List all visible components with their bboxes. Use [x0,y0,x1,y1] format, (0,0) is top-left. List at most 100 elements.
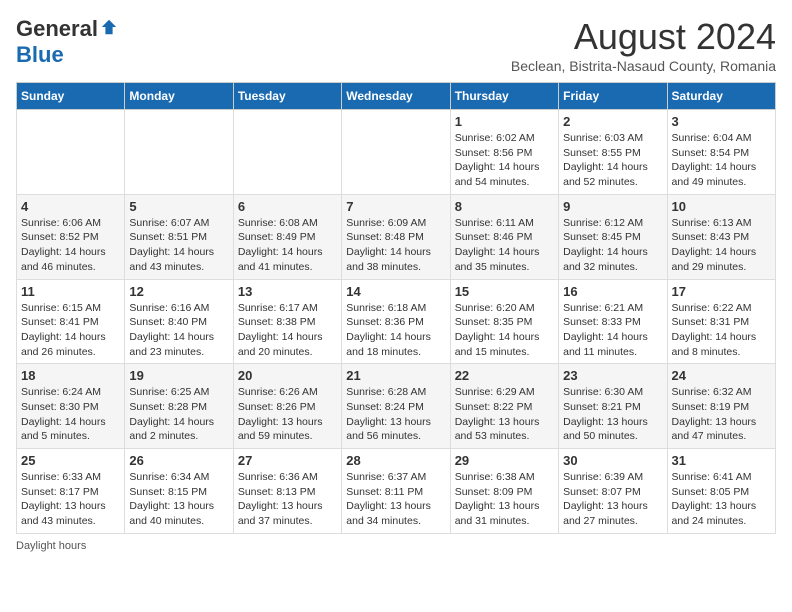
subtitle: Beclean, Bistrita-Nasaud County, Romania [511,58,776,74]
day-info: Sunrise: 6:08 AM Sunset: 8:49 PM Dayligh… [238,216,337,275]
calendar-day-cell: 30 Sunrise: 6:39 AM Sunset: 8:07 PM Dayli… [559,449,667,534]
calendar-day-cell: 17 Sunrise: 6:22 AM Sunset: 8:31 PM Dayli… [667,279,775,364]
calendar-day-cell: 7Sunrise: 6:09 AM Sunset: 8:48 PM Daylig… [342,194,450,279]
day-number: 27 [238,453,337,468]
calendar-day-cell: 10 Sunrise: 6:13 AM Sunset: 8:43 PM Dayli… [667,194,775,279]
calendar-day-cell: 11Sunrise: 6:15 AM Sunset: 8:41 PM Dayli… [17,279,125,364]
day-info: Sunrise: 6:41 AM Sunset: 8:05 PM Dayligh… [672,470,771,529]
calendar-day-cell: 6 Sunrise: 6:08 AM Sunset: 8:49 PM Daylig… [233,194,341,279]
day-info: Sunrise: 6:39 AM Sunset: 8:07 PM Dayligh… [563,470,662,529]
title-area: August 2024 Beclean, Bistrita-Nasaud Cou… [511,16,776,74]
footer-note: Daylight hours [16,540,776,552]
calendar-day-cell [342,110,450,195]
day-info: Sunrise: 6:28 AM Sunset: 8:24 PM Dayligh… [346,385,445,444]
day-info: Sunrise: 6:33 AM Sunset: 8:17 PM Dayligh… [21,470,120,529]
day-info: Sunrise: 6:32 AM Sunset: 8:19 PM Dayligh… [672,385,771,444]
day-number: 3 [672,114,771,129]
day-info: Sunrise: 6:02 AM Sunset: 8:56 PM Dayligh… [455,131,554,190]
day-number: 13 [238,284,337,299]
day-of-week-header: Wednesday [342,83,450,110]
day-info: Sunrise: 6:30 AM Sunset: 8:21 PM Dayligh… [563,385,662,444]
day-number: 21 [346,368,445,383]
calendar-day-cell: 20 Sunrise: 6:26 AM Sunset: 8:26 PM Dayli… [233,364,341,449]
calendar-day-cell [233,110,341,195]
calendar-day-cell: 24 Sunrise: 6:32 AM Sunset: 8:19 PM Dayli… [667,364,775,449]
day-info: Sunrise: 6:36 AM Sunset: 8:13 PM Dayligh… [238,470,337,529]
calendar-day-cell: 22 Sunrise: 6:29 AM Sunset: 8:22 PM Dayli… [450,364,558,449]
calendar-day-cell: 31Sunrise: 6:41 AM Sunset: 8:05 PM Dayli… [667,449,775,534]
calendar-day-cell [125,110,233,195]
day-number: 26 [129,453,228,468]
calendar-day-cell: 9 Sunrise: 6:12 AM Sunset: 8:45 PM Daylig… [559,194,667,279]
calendar-week-row: 25Sunrise: 6:33 AM Sunset: 8:17 PM Dayli… [17,449,776,534]
day-number: 5 [129,199,228,214]
calendar-day-cell: 1 Sunrise: 6:02 AM Sunset: 8:56 PM Daylig… [450,110,558,195]
calendar-day-cell [17,110,125,195]
month-year: August 2024 [511,16,776,58]
calendar-day-cell: 21 Sunrise: 6:28 AM Sunset: 8:24 PM Dayli… [342,364,450,449]
logo: General Blue [16,16,118,68]
day-info: Sunrise: 6:17 AM Sunset: 8:38 PM Dayligh… [238,301,337,360]
day-number: 12 [129,284,228,299]
day-number: 24 [672,368,771,383]
calendar-day-cell: 29Sunrise: 6:38 AM Sunset: 8:09 PM Dayli… [450,449,558,534]
day-number: 17 [672,284,771,299]
day-of-week-header: Friday [559,83,667,110]
day-info: Sunrise: 6:13 AM Sunset: 8:43 PM Dayligh… [672,216,771,275]
calendar: SundayMondayTuesdayWednesdayThursdayFrid… [16,82,776,534]
calendar-day-cell: 25Sunrise: 6:33 AM Sunset: 8:17 PM Dayli… [17,449,125,534]
calendar-day-cell: 18 Sunrise: 6:24 AM Sunset: 8:30 PM Dayli… [17,364,125,449]
day-number: 19 [129,368,228,383]
calendar-day-cell: 28Sunrise: 6:37 AM Sunset: 8:11 PM Dayli… [342,449,450,534]
calendar-day-cell: 4 Sunrise: 6:06 AM Sunset: 8:52 PM Daylig… [17,194,125,279]
calendar-day-cell: 23 Sunrise: 6:30 AM Sunset: 8:21 PM Dayli… [559,364,667,449]
calendar-week-row: 1 Sunrise: 6:02 AM Sunset: 8:56 PM Daylig… [17,110,776,195]
calendar-day-cell: 16 Sunrise: 6:21 AM Sunset: 8:33 PM Dayli… [559,279,667,364]
day-number: 23 [563,368,662,383]
calendar-day-cell: 8Sunrise: 6:11 AM Sunset: 8:46 PM Daylig… [450,194,558,279]
day-number: 20 [238,368,337,383]
day-info: Sunrise: 6:09 AM Sunset: 8:48 PM Dayligh… [346,216,445,275]
logo-blue-text: Blue [16,42,64,68]
day-of-week-header: Monday [125,83,233,110]
day-number: 2 [563,114,662,129]
day-number: 29 [455,453,554,468]
day-number: 6 [238,199,337,214]
calendar-day-cell: 2 Sunrise: 6:03 AM Sunset: 8:55 PM Daylig… [559,110,667,195]
header: General Blue August 2024 Beclean, Bistri… [16,16,776,74]
day-of-week-header: Thursday [450,83,558,110]
day-info: Sunrise: 6:04 AM Sunset: 8:54 PM Dayligh… [672,131,771,190]
day-number: 22 [455,368,554,383]
day-number: 1 [455,114,554,129]
day-info: Sunrise: 6:21 AM Sunset: 8:33 PM Dayligh… [563,301,662,360]
day-number: 10 [672,199,771,214]
calendar-day-cell: 13 Sunrise: 6:17 AM Sunset: 8:38 PM Dayli… [233,279,341,364]
day-header-row: SundayMondayTuesdayWednesdayThursdayFrid… [17,83,776,110]
day-number: 16 [563,284,662,299]
day-info: Sunrise: 6:20 AM Sunset: 8:35 PM Dayligh… [455,301,554,360]
day-info: Sunrise: 6:26 AM Sunset: 8:26 PM Dayligh… [238,385,337,444]
calendar-day-cell: 19 Sunrise: 6:25 AM Sunset: 8:28 PM Dayli… [125,364,233,449]
day-info: Sunrise: 6:22 AM Sunset: 8:31 PM Dayligh… [672,301,771,360]
day-number: 8 [455,199,554,214]
day-number: 11 [21,284,120,299]
day-info: Sunrise: 6:24 AM Sunset: 8:30 PM Dayligh… [21,385,120,444]
logo-icon [100,18,118,36]
day-number: 14 [346,284,445,299]
day-info: Sunrise: 6:06 AM Sunset: 8:52 PM Dayligh… [21,216,120,275]
day-info: Sunrise: 6:12 AM Sunset: 8:45 PM Dayligh… [563,216,662,275]
day-info: Sunrise: 6:25 AM Sunset: 8:28 PM Dayligh… [129,385,228,444]
day-number: 30 [563,453,662,468]
calendar-day-cell: 26Sunrise: 6:34 AM Sunset: 8:15 PM Dayli… [125,449,233,534]
day-number: 15 [455,284,554,299]
day-number: 18 [21,368,120,383]
day-info: Sunrise: 6:03 AM Sunset: 8:55 PM Dayligh… [563,131,662,190]
day-number: 4 [21,199,120,214]
calendar-week-row: 4 Sunrise: 6:06 AM Sunset: 8:52 PM Daylig… [17,194,776,279]
day-info: Sunrise: 6:29 AM Sunset: 8:22 PM Dayligh… [455,385,554,444]
day-number: 9 [563,199,662,214]
day-info: Sunrise: 6:07 AM Sunset: 8:51 PM Dayligh… [129,216,228,275]
day-of-week-header: Sunday [17,83,125,110]
calendar-day-cell: 12Sunrise: 6:16 AM Sunset: 8:40 PM Dayli… [125,279,233,364]
calendar-day-cell: 3 Sunrise: 6:04 AM Sunset: 8:54 PM Daylig… [667,110,775,195]
